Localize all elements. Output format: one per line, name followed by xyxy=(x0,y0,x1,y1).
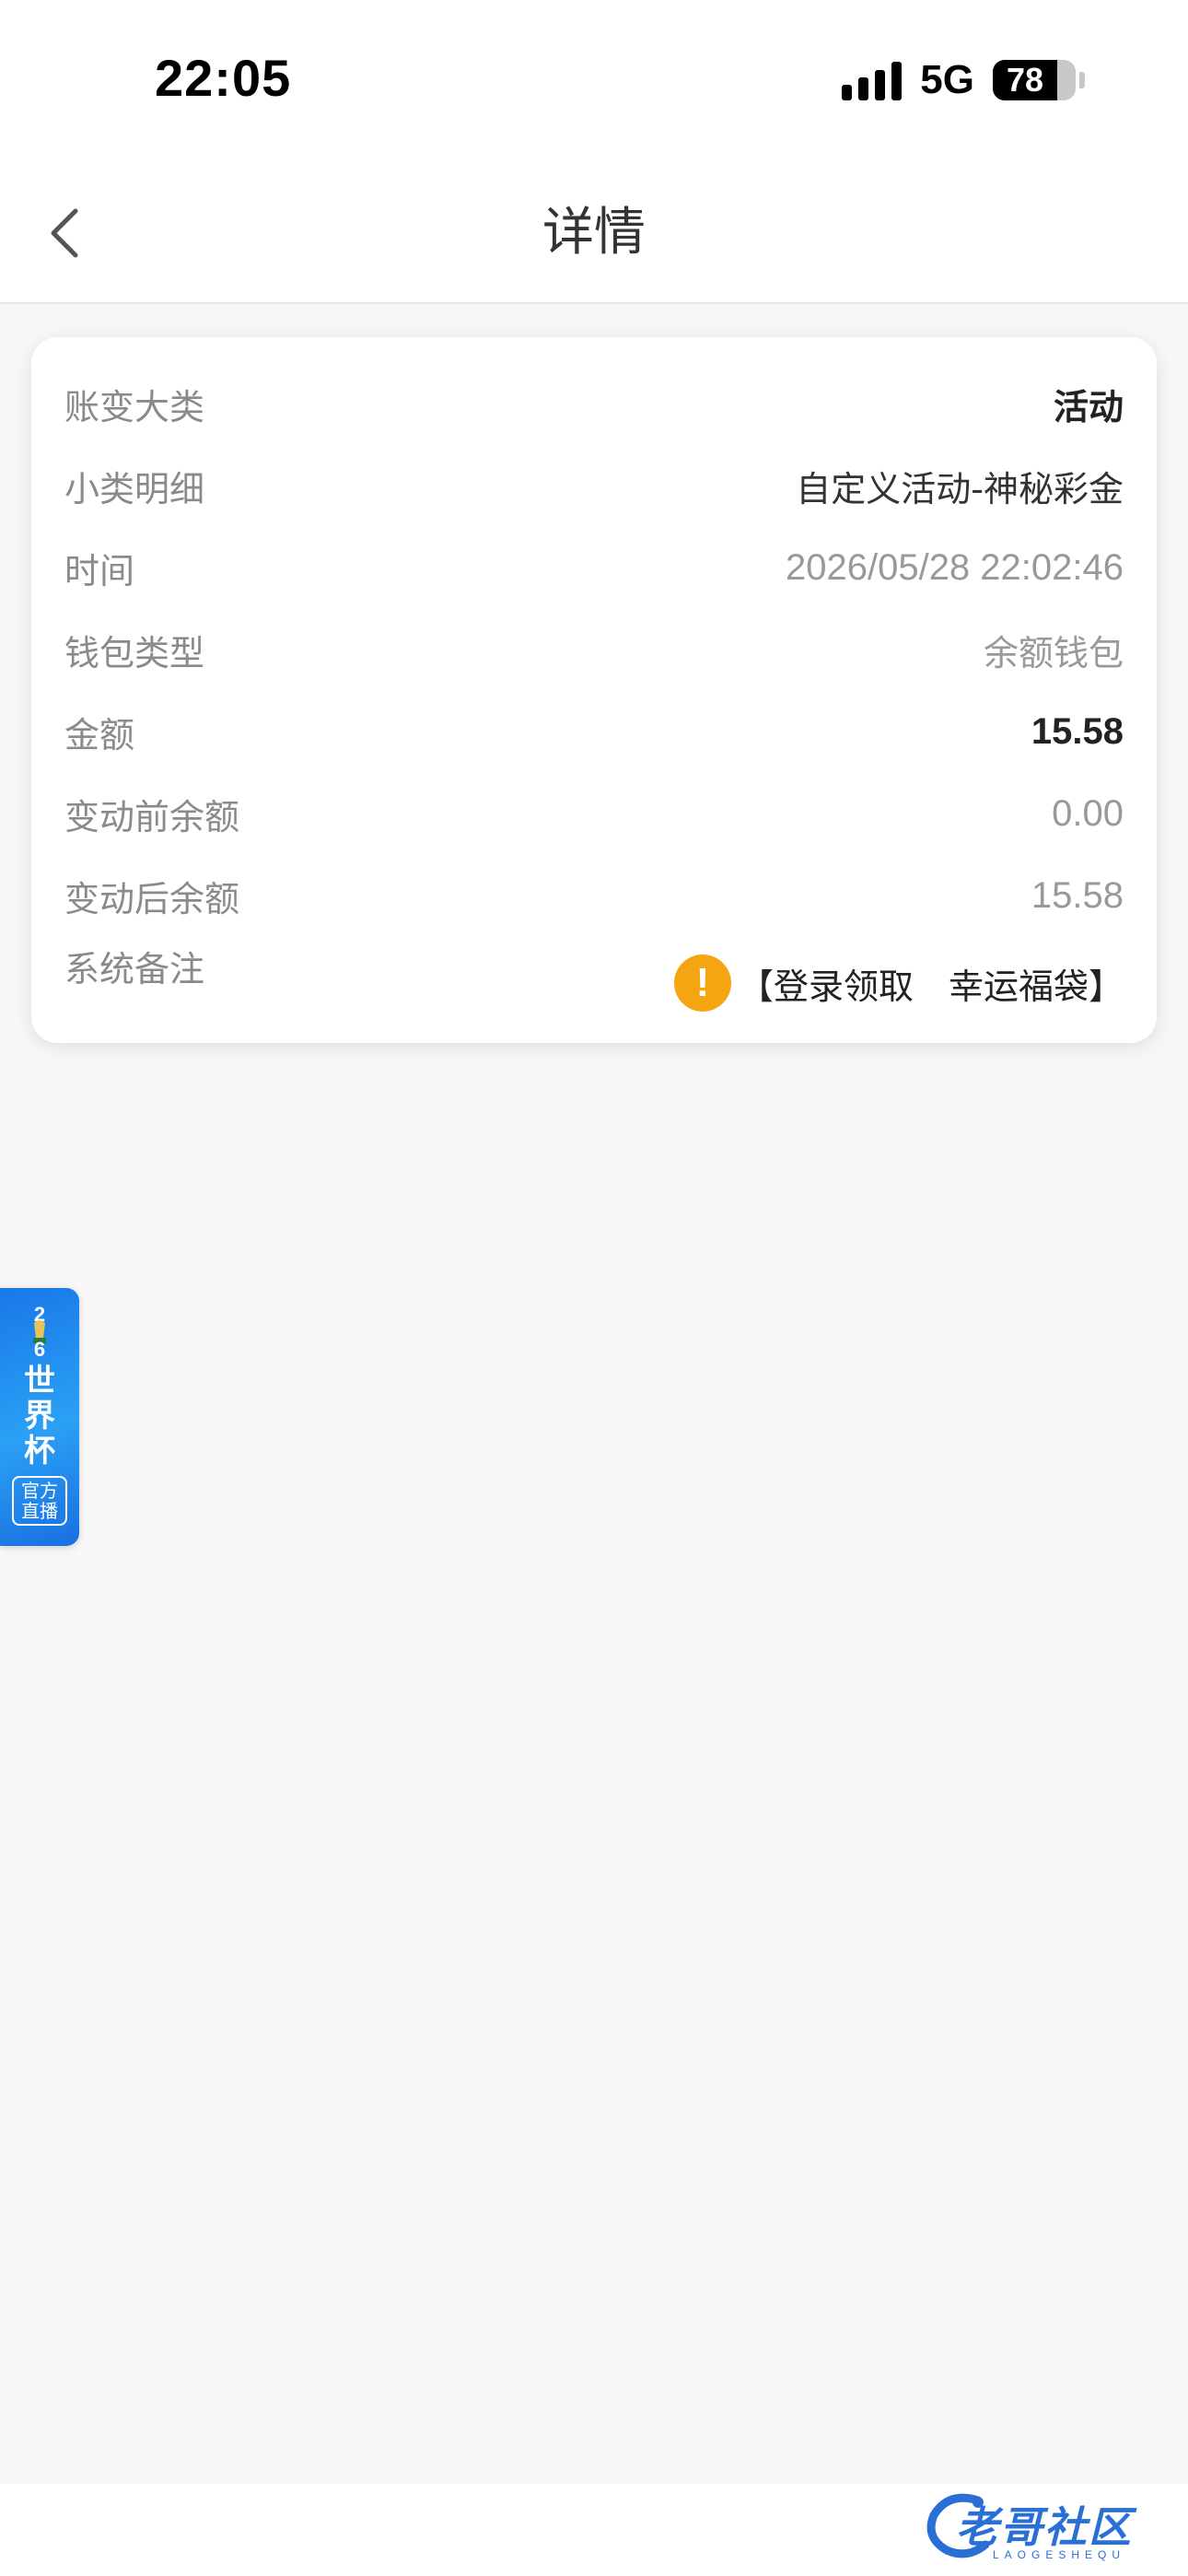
detail-row-time: 时间 2026/05/28 22:02:46 xyxy=(64,527,1124,609)
details-card: 账变大类 活动 小类明细 自定义活动-神秘彩金 时间 2026/05/28 22… xyxy=(31,337,1157,1043)
watermark-sub: LAOGESHEQU xyxy=(993,2548,1126,2561)
trophy-icon: 2 6 xyxy=(33,1303,46,1358)
detail-label: 钱包类型 xyxy=(64,633,205,673)
detail-value: 自定义活动-神秘彩金 xyxy=(796,469,1124,509)
detail-value: 0.00 xyxy=(1052,793,1124,834)
world-cup-title: 世界杯 xyxy=(24,1363,55,1469)
detail-row-amount: 金额 15.58 xyxy=(64,691,1124,773)
detail-value: 活动 xyxy=(1053,387,1124,427)
status-time: 22:05 xyxy=(155,49,292,107)
detail-label: 系统备注 xyxy=(64,949,205,989)
world-cup-logo-icon: 2 6 xyxy=(17,1301,63,1358)
detail-row-wallet: 钱包类型 余额钱包 xyxy=(64,609,1124,691)
dragon-logo-icon xyxy=(926,2493,990,2558)
detail-row-balance-after: 变动后余额 15.58 xyxy=(64,855,1124,937)
world-cup-subtitle: 官方直播 xyxy=(12,1476,67,1526)
detail-label: 变动后余额 xyxy=(64,879,240,919)
watermark-logo: 老哥社区 LAOGESHEQU xyxy=(921,2478,1170,2570)
battery-icon: 78 xyxy=(993,60,1085,100)
world-cup-live-badge[interactable]: 2 6 世界杯 官方直播 xyxy=(0,1288,79,1546)
status-indicators: 5G 78 xyxy=(842,57,1085,103)
detail-value: 15.58 xyxy=(1031,875,1124,916)
battery-level: 78 xyxy=(1006,61,1044,99)
nav-bar: 详情 xyxy=(0,161,1188,304)
detail-row-remark: 系统备注 ! 【登录领取 幸运福袋】 xyxy=(64,937,1124,1029)
detail-label: 变动前余额 xyxy=(64,797,240,837)
detail-value: 15.58 xyxy=(1031,711,1124,752)
detail-row-subcategory: 小类明细 自定义活动-神秘彩金 xyxy=(64,445,1124,527)
detail-value: 余额钱包 xyxy=(983,633,1124,673)
signal-icon xyxy=(842,60,903,100)
network-type: 5G xyxy=(920,57,974,102)
remark-text: 【登录领取 幸运福袋】 xyxy=(738,966,1124,1007)
detail-value: 2026/05/28 22:02:46 xyxy=(785,547,1124,588)
detail-row-category: 账变大类 活动 xyxy=(64,363,1124,445)
detail-label: 小类明细 xyxy=(64,469,205,509)
detail-label: 账变大类 xyxy=(64,387,205,427)
detail-value: ! 【登录领取 幸运福袋】 xyxy=(673,954,1124,1012)
detail-label: 时间 xyxy=(64,551,135,591)
detail-row-balance-before: 变动前余额 0.00 xyxy=(64,773,1124,855)
svg-text:6: 6 xyxy=(34,1338,45,1358)
page-title: 详情 xyxy=(542,203,646,263)
detail-label: 金额 xyxy=(64,715,135,755)
warning-icon[interactable]: ! xyxy=(673,954,731,1012)
status-bar: 22:05 5G 78 xyxy=(0,0,1188,161)
